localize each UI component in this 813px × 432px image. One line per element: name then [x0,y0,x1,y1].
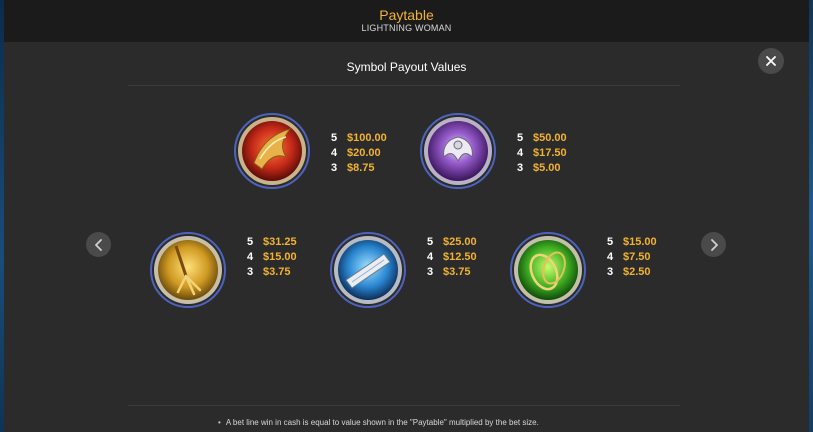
bullet-icon: • [218,418,221,427]
game-name: LIGHTNING WOMAN [361,23,452,33]
match-count: 3 [247,266,254,278]
payout-value: $2.50 [623,266,651,278]
flaming-phoenix-icon [234,113,310,189]
payout-row: 5 $100.00 [331,131,387,146]
payout-value: $15.00 [263,251,297,263]
payout-value: $8.75 [347,162,375,174]
top-divider [128,85,680,86]
footnote-text: A bet line win in cash is equal to value… [225,418,539,427]
match-count: 3 [427,266,434,278]
payout-list-phoenix: 5 $100.00 4 $20.00 3 $8.75 [331,131,387,176]
silver-eagle-icon [420,113,496,189]
match-count: 5 [517,132,524,144]
match-count: 4 [517,147,524,159]
section-title: Symbol Payout Values [346,60,467,74]
payout-value: $100.00 [347,132,387,144]
payout-row: 3 $2.50 [607,265,657,280]
lightning-rings-icon [510,232,586,308]
payout-list-trident: 5 $31.25 4 $15.00 3 $3.75 [247,235,297,280]
match-count: 4 [427,251,434,263]
chevron-right-icon [710,238,718,251]
match-count: 5 [607,236,614,248]
payout-value: $20.00 [347,147,381,159]
symbol-phoenix [232,111,312,191]
payout-row: 3 $8.75 [331,161,387,176]
next-page-button[interactable] [701,232,726,257]
payout-row: 3 $3.75 [427,265,477,280]
match-count: 4 [331,147,338,159]
payout-value: $17.50 [533,147,567,159]
payout-row: 3 $5.00 [517,161,567,176]
payout-row: 5 $25.00 [427,235,477,250]
symbol-scroll [328,230,408,310]
match-count: 3 [517,162,524,174]
payout-value: $25.00 [443,236,477,248]
payout-value: $31.25 [263,236,297,248]
payout-row: 4 $15.00 [247,250,297,265]
match-count: 5 [331,132,338,144]
symbol-trident [148,230,228,310]
match-count: 5 [427,236,434,248]
scroll-icon [330,232,406,308]
symbol-eagle [418,111,498,191]
paytable-header: Paytable LIGHTNING WOMAN [4,0,809,42]
payout-row: 3 $3.75 [247,265,297,280]
payout-value: $15.00 [623,236,657,248]
chevron-left-icon [94,238,102,251]
payout-row: 4 $12.50 [427,250,477,265]
payout-value: $3.75 [443,266,471,278]
match-count: 3 [607,266,614,278]
payout-list-eagle: 5 $50.00 4 $17.50 3 $5.00 [517,131,567,176]
payout-row: 5 $50.00 [517,131,567,146]
match-count: 5 [247,236,254,248]
payout-row: 4 $7.50 [607,250,657,265]
payout-row: 5 $31.25 [247,235,297,250]
page-title: Paytable [379,7,434,23]
payout-value: $12.50 [443,251,477,263]
payout-value: $5.00 [533,162,561,174]
payout-value: $7.50 [623,251,651,263]
payout-list-rings: 5 $15.00 4 $7.50 3 $2.50 [607,235,657,280]
prev-page-button[interactable] [86,232,111,257]
payout-row: 4 $20.00 [331,146,387,161]
payout-list-scroll: 5 $25.00 4 $12.50 3 $3.75 [427,235,477,280]
payout-value: $3.75 [263,266,291,278]
symbol-rings [508,230,588,310]
payout-row: 4 $17.50 [517,146,567,161]
payout-value: $50.00 [533,132,567,144]
golden-trident-icon [150,232,226,308]
match-count: 4 [607,251,614,263]
match-count: 4 [247,251,254,263]
paytable-footnote: • A bet line win in cash is equal to valu… [218,418,539,427]
payout-row: 5 $15.00 [607,235,657,250]
bottom-divider [128,405,680,406]
match-count: 3 [331,162,338,174]
